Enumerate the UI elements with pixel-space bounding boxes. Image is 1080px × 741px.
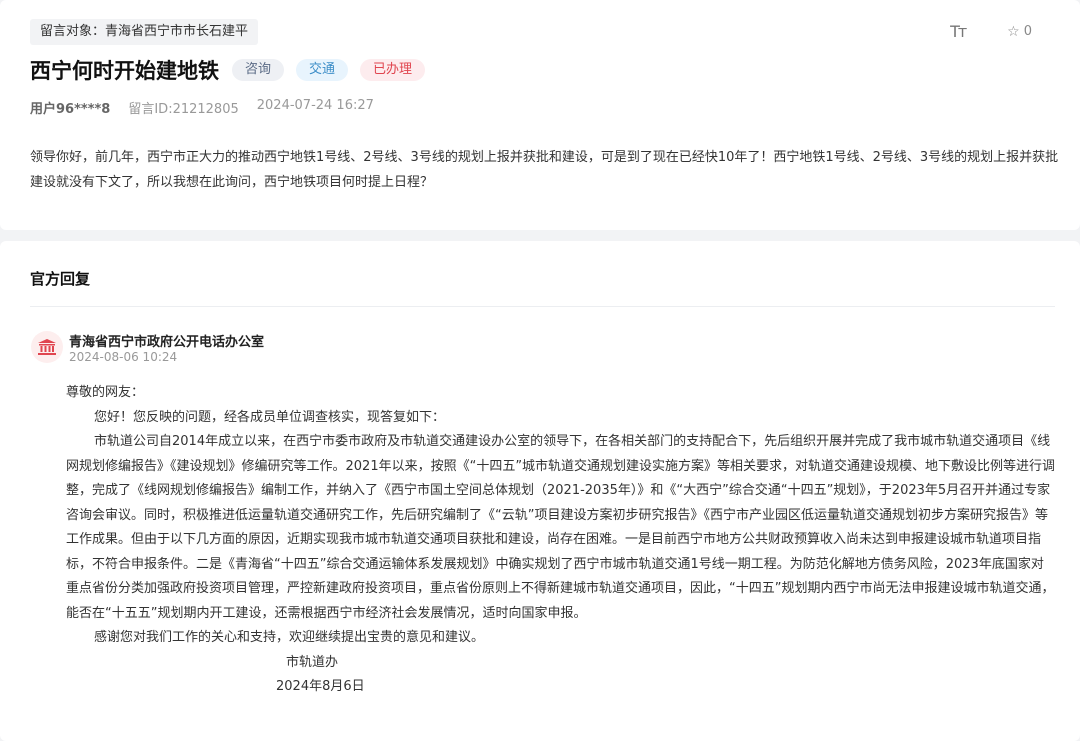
message-meta: 用户96****8 留言ID:21212805 2024-07-24 16:27	[30, 98, 374, 117]
favorite-count: 0	[1024, 24, 1032, 39]
reply-greeting: 您好！您反映的问题，经各成员单位调查核实，现答复如下：	[66, 406, 1056, 431]
reply-body: 尊敬的网友： 您好！您反映的问题，经各成员单位调查核实，现答复如下： 市轨道公司…	[66, 381, 1056, 700]
tag-status: 已办理	[360, 59, 425, 81]
reply-main-text: 市轨道公司自2014年成立以来，在西宁市委市政府及市轨道交通建设办公室的领导下，…	[66, 430, 1056, 626]
message-datetime: 2024-07-24 16:27	[257, 98, 374, 117]
reply-card: 官方回复 青海省西宁市政府公开电话办公室 2024-08-06 10:24 尊敬…	[0, 241, 1080, 741]
reply-signature: 市轨道办	[66, 651, 1056, 676]
tag-consult: 咨询	[232, 59, 284, 81]
reply-time: 2024-08-06 10:24	[69, 350, 177, 364]
reply-sign-date: 2024年8月6日	[66, 675, 1056, 700]
message-card: 留言对象：青海省西宁市市长石建平 Tт ☆ 0 西宁何时开始建地铁 咨询 交通 …	[0, 0, 1080, 230]
message-tools: Tт ☆ 0	[950, 22, 1032, 41]
reply-salutation: 尊敬的网友：	[66, 381, 1056, 406]
message-id: 留言ID:21212805	[128, 98, 238, 117]
text-size-icon[interactable]: Tт	[950, 22, 965, 41]
star-outline-icon: ☆	[1007, 24, 1020, 40]
favorite-button[interactable]: ☆ 0	[1007, 24, 1032, 40]
divider	[30, 306, 1055, 307]
reply-section-title: 官方回复	[30, 268, 90, 289]
reply-org-name: 青海省西宁市政府公开电话办公室	[69, 331, 264, 350]
reply-thanks: 感谢您对我们工作的关心和支持，欢迎继续提出宝贵的意见和建议。	[66, 626, 1056, 651]
message-target: 留言对象：青海省西宁市市长石建平	[30, 19, 258, 45]
tag-traffic: 交通	[296, 59, 348, 81]
message-content: 领导你好，前几年，西宁市正大力的推动西宁地铁1号线、2号线、3号线的规划上报并获…	[30, 145, 1060, 195]
message-title: 西宁何时开始建地铁	[30, 55, 219, 85]
government-building-icon	[31, 331, 63, 363]
title-row: 西宁何时开始建地铁 咨询 交通 已办理	[30, 55, 437, 85]
message-user: 用户96****8	[30, 98, 110, 117]
